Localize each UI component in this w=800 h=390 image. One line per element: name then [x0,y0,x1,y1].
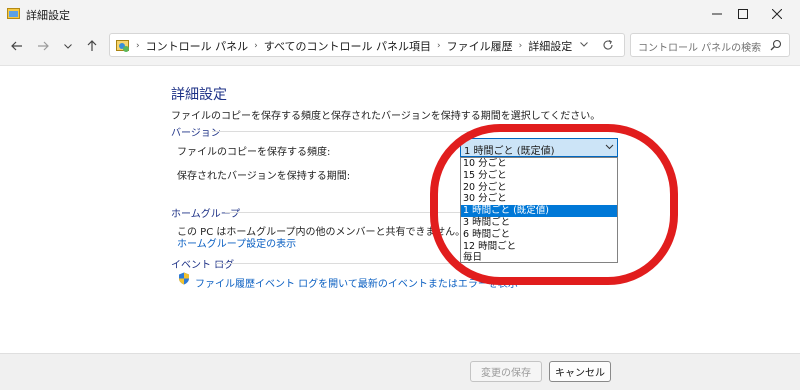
retention-label: 保存されたバージョンを保持する期間: [177,171,351,182]
recent-locations-button[interactable] [58,36,78,56]
breadcrumb-control-panel[interactable]: コントロール パネル [146,38,249,54]
breadcrumb-separator: › [254,41,258,51]
breadcrumb-file-history[interactable]: ファイル履歴 [447,38,513,54]
page-title: 詳細設定 [171,87,227,103]
annotation-highlight-circle [430,124,678,285]
shield-icon [179,272,189,285]
breadcrumb-separator: › [518,41,523,51]
back-button[interactable] [7,36,27,56]
arrow-right-icon [38,41,49,51]
save-changes-button[interactable]: 変更の保存 [470,361,542,382]
close-icon [772,8,782,19]
homegroup-settings-link[interactable]: ホームグループ設定の表示 [177,235,296,250]
title-bar [0,0,800,27]
breadcrumb-all-items[interactable]: すべてのコントロール パネル項目 [264,38,431,54]
chevron-down-icon [64,43,72,49]
cancel-button[interactable]: キャンセル [549,361,611,382]
footer-bar [0,353,800,390]
maximize-icon [738,8,748,19]
frequency-label: ファイルのコピーを保存する頻度: [177,147,331,158]
app-icon [7,8,20,19]
up-button[interactable] [82,36,102,56]
page-description: ファイルのコピーを保存する頻度と保存されたバージョンを保持する期間を選択してくだ… [171,111,601,122]
arrow-left-icon [11,41,22,51]
refresh-icon[interactable] [602,39,614,51]
close-button[interactable] [754,0,800,27]
search-placeholder: コントロール パネルの検索 [638,43,762,54]
breadcrumb-separator: › [437,41,441,51]
chevron-down-icon[interactable] [580,42,588,47]
breadcrumb-separator: › [136,41,140,51]
control-panel-icon [116,39,129,52]
search-icon [770,39,782,51]
address-bar[interactable]: › コントロール パネル › すべてのコントロール パネル項目 › ファイル履歴… [109,33,625,57]
search-box[interactable]: コントロール パネルの検索 [630,33,790,57]
breadcrumb-advanced-settings[interactable]: 詳細設定 [528,38,572,54]
window-title: 詳細設定 [26,9,70,22]
section-divider [216,263,460,264]
section-divider [225,212,460,213]
arrow-up-icon [87,40,97,51]
forward-button[interactable] [33,36,53,56]
